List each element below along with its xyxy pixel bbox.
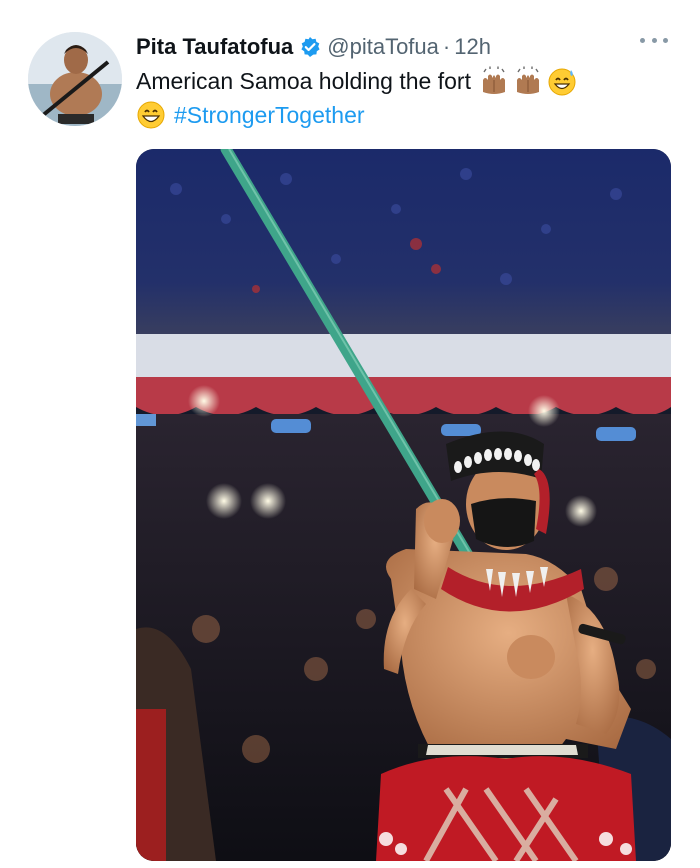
avatar[interactable] [28, 32, 122, 126]
verified-badge-icon [299, 36, 321, 58]
raising-hands-icon [479, 66, 509, 96]
tweet-header: Pita Taufatofua @pitaTofua · 12h [136, 30, 491, 64]
author-handle[interactable]: @pitaTofua [327, 34, 439, 60]
grinning-face-icon [136, 100, 166, 130]
tweet-photo[interactable] [136, 149, 671, 861]
header-separator: · [442, 34, 451, 59]
tweet-text: American Samoa holding the fort #Stronge… [136, 64, 666, 132]
tweet-timestamp[interactable]: 12h [454, 34, 491, 60]
raising-hands-icon [513, 66, 543, 96]
author-name[interactable]: Pita Taufatofua [136, 34, 293, 60]
more-options-icon[interactable] [640, 30, 668, 50]
grinning-sweat-face-icon [547, 66, 577, 96]
tweet-card[interactable]: Pita Taufatofua @pitaTofua · 12h America… [0, 0, 700, 868]
hashtag-link[interactable]: #StrongerTogether [174, 98, 365, 132]
tweet-text-line: American Samoa holding the fort [136, 68, 471, 94]
